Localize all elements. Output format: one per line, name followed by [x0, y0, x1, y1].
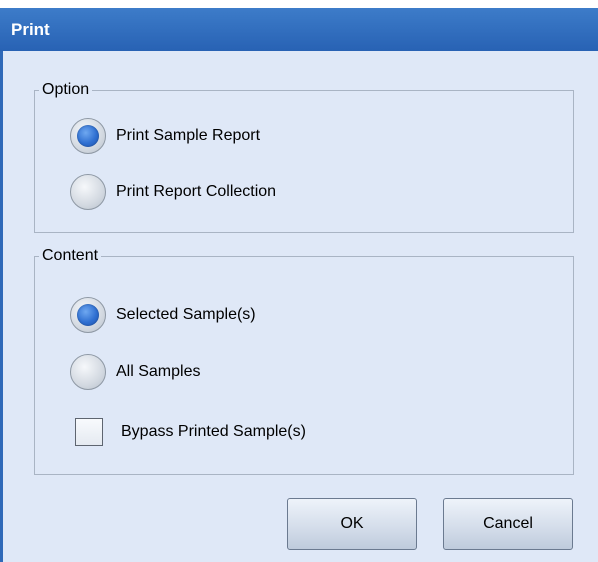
option-group: Option Print Sample Report Print Report …	[34, 80, 574, 233]
radio-label: Selected Sample(s)	[116, 306, 256, 323]
content-group-label: Content	[39, 246, 102, 266]
radio-label: Print Sample Report	[116, 127, 261, 144]
radio-dot-icon	[77, 125, 99, 147]
radio-button-selected[interactable]	[70, 297, 106, 333]
radio-button-unselected[interactable]	[70, 354, 106, 390]
radio-button-unselected[interactable]	[70, 174, 106, 210]
dialog-title: Print	[11, 20, 50, 39]
radio-label: Print Report Collection	[116, 183, 277, 200]
dialog-title-bar[interactable]: Print	[0, 8, 598, 51]
radio-print-report-collection[interactable]: Print Report Collection	[70, 174, 276, 210]
radio-all-samples[interactable]: All Samples	[70, 354, 200, 390]
checkbox-bypass-printed-samples[interactable]: Bypass Printed Sample(s)	[75, 418, 306, 446]
radio-selected-samples[interactable]: Selected Sample(s)	[70, 297, 256, 333]
cancel-button[interactable]: Cancel	[443, 498, 573, 550]
radio-print-sample-report[interactable]: Print Sample Report	[70, 118, 260, 154]
radio-dot-icon	[77, 304, 99, 326]
dialog-body: Option Print Sample Report Print Report …	[0, 51, 598, 562]
ok-button[interactable]: OK	[287, 498, 417, 550]
checkbox-box[interactable]	[75, 418, 103, 446]
checkbox-label: Bypass Printed Sample(s)	[121, 423, 306, 440]
radio-button-selected[interactable]	[70, 118, 106, 154]
content-group: Content Selected Sample(s) All Samples B…	[34, 246, 574, 475]
print-dialog: Print Option Print Sample Report Print R…	[0, 0, 598, 562]
radio-label: All Samples	[116, 363, 201, 380]
option-group-label: Option	[39, 80, 93, 100]
